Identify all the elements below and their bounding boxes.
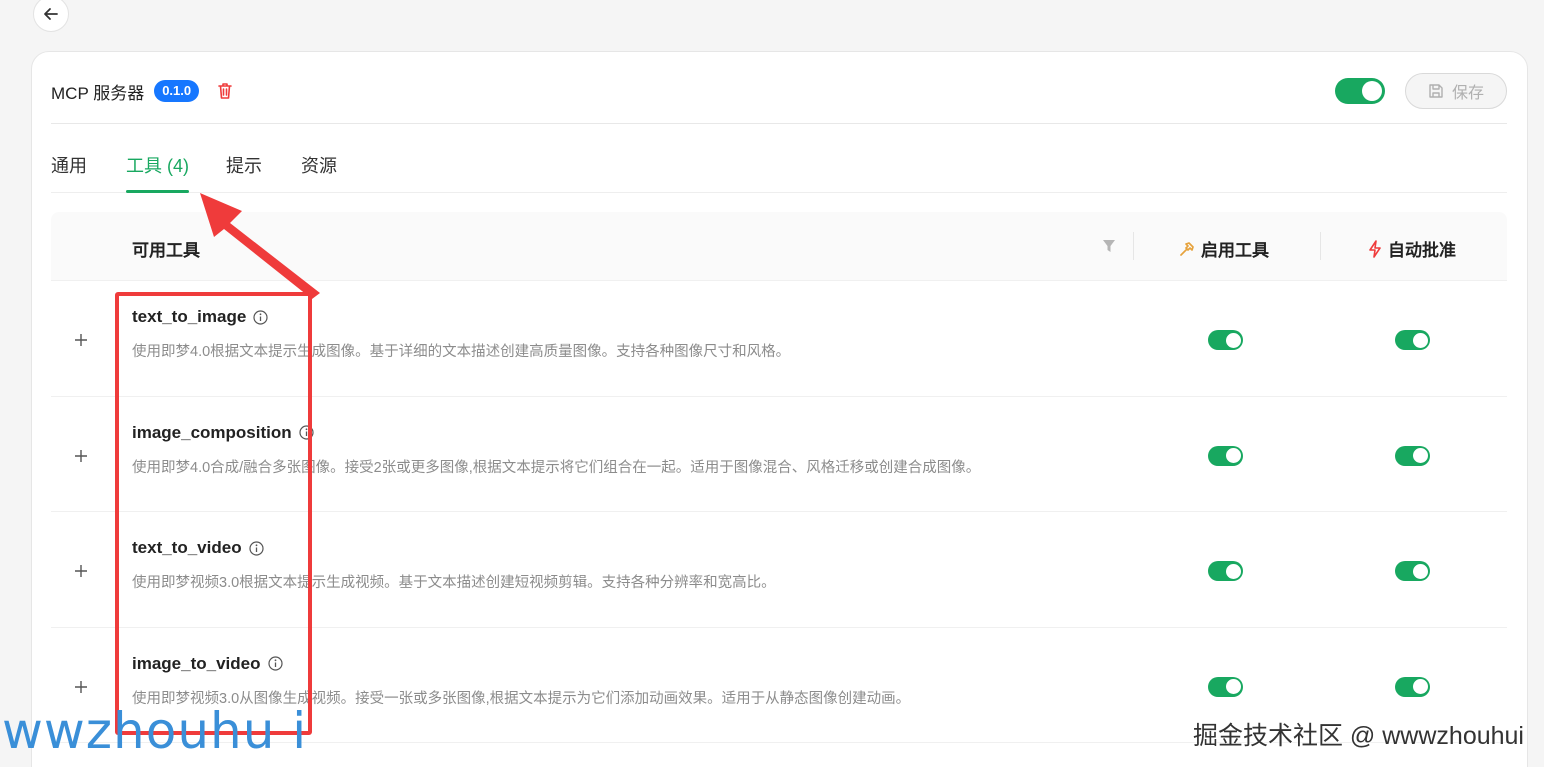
card-header: MCP 服务器 0.1.0 保存 bbox=[51, 73, 1507, 109]
tab-prompts[interactable]: 提示 bbox=[226, 152, 262, 193]
expand-icon[interactable] bbox=[74, 449, 88, 468]
trash-icon bbox=[218, 83, 232, 99]
tool-name-text: image_composition bbox=[132, 422, 292, 442]
column-header-enable: 启用工具 bbox=[1179, 236, 1269, 261]
version-badge: 0.1.0 bbox=[154, 80, 200, 102]
column-header-approve-label: 自动批准 bbox=[1388, 241, 1456, 260]
column-header-approve: 自动批准 bbox=[1368, 236, 1456, 261]
tool-name: image_to_video bbox=[132, 654, 283, 674]
enable-tool-toggle[interactable] bbox=[1208, 330, 1243, 350]
tab-bar: 通用 工具 (4) 提示 资源 bbox=[51, 152, 1507, 193]
enable-tool-toggle[interactable] bbox=[1208, 561, 1243, 581]
tool-name: image_composition bbox=[132, 423, 314, 443]
tool-description: 使用即梦视频3.0根据文本提示生成视频。基于文本描述创建短视频剪辑。支持各种分辨… bbox=[132, 575, 776, 591]
auto-approve-toggle[interactable] bbox=[1395, 445, 1430, 466]
expand-icon[interactable] bbox=[74, 333, 88, 352]
table-row: image_composition 使用即梦4.0合成/融合多张图像。接受2张或… bbox=[51, 397, 1507, 512]
arrow-left-icon bbox=[44, 8, 58, 20]
server-title: MCP 服务器 bbox=[51, 83, 145, 103]
table-header: 可用工具 启用工具 自动批准 bbox=[51, 212, 1507, 281]
tool-name: text_to_video bbox=[132, 538, 264, 558]
column-separator bbox=[1133, 232, 1134, 260]
header-divider bbox=[51, 123, 1507, 124]
tool-name: text_to_image bbox=[132, 307, 268, 327]
tool-description: 使用即梦4.0合成/融合多张图像。接受2张或更多图像,根据文本提示将它们组合在一… bbox=[132, 459, 981, 476]
lightning-icon bbox=[1369, 239, 1381, 258]
back-button[interactable] bbox=[33, 0, 69, 32]
tab-resources[interactable]: 资源 bbox=[301, 152, 337, 193]
tool-name-text: image_to_video bbox=[132, 653, 261, 673]
mcp-server-card: MCP 服务器 0.1.0 保存 通用 工具 (4) 提示 资源 可用工具 启用… bbox=[31, 51, 1528, 767]
info-icon[interactable] bbox=[267, 656, 283, 671]
column-separator bbox=[1320, 232, 1321, 260]
expand-icon[interactable] bbox=[74, 564, 88, 583]
save-icon bbox=[1429, 84, 1443, 98]
enable-tool-toggle[interactable] bbox=[1208, 676, 1243, 697]
info-icon[interactable] bbox=[253, 309, 268, 325]
auto-approve-toggle[interactable] bbox=[1395, 561, 1430, 581]
column-header-tools: 可用工具 bbox=[132, 241, 200, 260]
hammer-icon bbox=[1180, 241, 1194, 256]
auto-approve-toggle[interactable] bbox=[1395, 330, 1430, 350]
server-enable-toggle[interactable] bbox=[1335, 78, 1385, 104]
enable-tool-toggle[interactable] bbox=[1208, 445, 1243, 466]
tool-description: 使用即梦4.0根据文本提示生成图像。基于详细的文本描述创建高质量图像。支持各种图… bbox=[132, 344, 791, 360]
delete-button[interactable] bbox=[217, 82, 233, 100]
save-button[interactable]: 保存 bbox=[1405, 73, 1507, 109]
tool-name-text: text_to_image bbox=[132, 307, 247, 326]
column-header-enable-label: 启用工具 bbox=[1201, 241, 1269, 260]
tools-table: 可用工具 启用工具 自动批准 text_to_image 使用即梦4.0根据文本… bbox=[51, 212, 1507, 743]
table-row: text_to_video 使用即梦视频3.0根据文本提示生成视频。基于文本描述… bbox=[51, 512, 1507, 628]
tool-name-text: text_to_video bbox=[132, 538, 242, 557]
info-icon[interactable] bbox=[299, 425, 314, 440]
save-label: 保存 bbox=[1451, 85, 1484, 102]
tool-description: 使用即梦视频3.0从图像生成视频。接受一张或多张图像,根据文本提示为它们添加动画… bbox=[132, 690, 911, 707]
table-row: text_to_image 使用即梦4.0根据文本提示生成图像。基于详细的文本描… bbox=[51, 281, 1507, 397]
info-icon[interactable] bbox=[248, 540, 264, 556]
tab-general[interactable]: 通用 bbox=[51, 152, 87, 193]
filter-icon[interactable] bbox=[1102, 239, 1116, 258]
tab-tools[interactable]: 工具 (4) bbox=[126, 152, 189, 193]
auto-approve-toggle[interactable] bbox=[1395, 676, 1430, 697]
header-actions: 保存 bbox=[1335, 73, 1507, 109]
table-row: image_to_video 使用即梦视频3.0从图像生成视频。接受一张或多张图… bbox=[51, 628, 1507, 743]
expand-icon[interactable] bbox=[74, 680, 88, 699]
